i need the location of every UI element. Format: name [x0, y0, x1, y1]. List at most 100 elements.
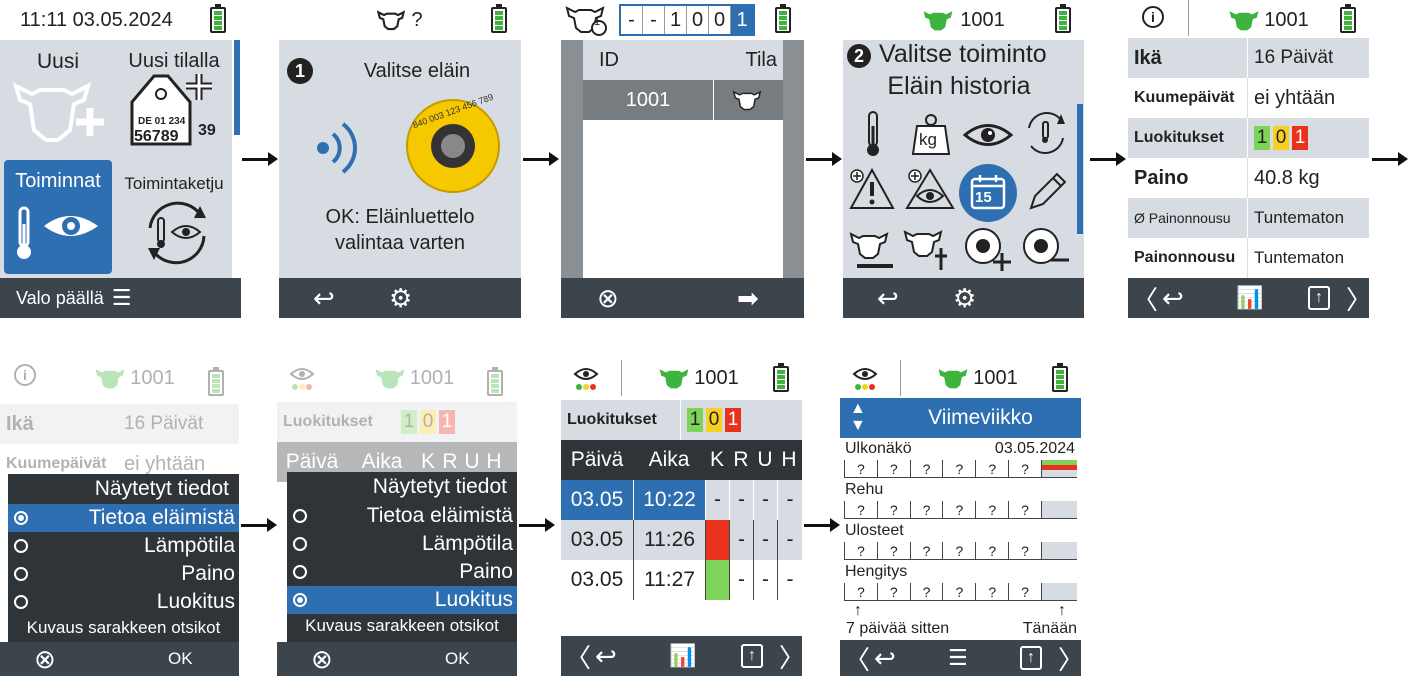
day-cell: ?	[975, 460, 1008, 477]
cell-time: 11:27	[633, 560, 705, 600]
export-icon[interactable]: ↑	[741, 644, 763, 668]
info-row-fever: Kuumepäivät ei yhtään	[1128, 78, 1369, 118]
gear-icon[interactable]: ⚙	[953, 283, 976, 314]
flow-arrow	[806, 152, 842, 166]
tag-text-2: 56789	[134, 128, 179, 145]
chevron-right-icon[interactable]: 〉	[1346, 280, 1369, 317]
gear-icon[interactable]: ⚙	[389, 283, 412, 314]
calendar-day: 15	[975, 189, 992, 206]
list-item[interactable]: 1001	[583, 80, 783, 120]
col-k: K	[709, 448, 724, 471]
option-temperature[interactable]: Lämpötila	[8, 532, 239, 560]
col-date: Päivä	[570, 448, 624, 471]
list-header: ID Tila	[583, 40, 783, 80]
light-status[interactable]: Valo päällä	[16, 288, 104, 309]
id-digit: 0	[709, 6, 731, 34]
ok-button[interactable]: OK	[168, 649, 193, 669]
remove-cow-icon[interactable]	[849, 230, 895, 270]
back-icon[interactable]: ↩	[1162, 283, 1184, 314]
cell-k	[705, 520, 729, 560]
option-animal-info[interactable]: Tietoa eläimistä	[8, 504, 239, 532]
chart-icon[interactable]: 📊	[669, 643, 696, 669]
animal-id: 1001	[130, 366, 175, 389]
divider	[621, 360, 622, 396]
status-bar: i 1001	[1128, 0, 1369, 40]
hint-text-1: OK: Eläinluettelo	[325, 206, 475, 228]
today-cell	[1040, 501, 1077, 518]
menu-tile-new[interactable]: Uusi	[4, 44, 112, 154]
list-count: 1	[594, 16, 601, 28]
scrollbar[interactable]	[1077, 104, 1083, 234]
screen-classification-history: 1001 Luokitukset 1 0 1 Päivä Aika K R U …	[561, 358, 802, 676]
ok-button[interactable]: OK	[445, 649, 470, 669]
export-icon[interactable]: ↑	[1308, 286, 1330, 310]
back-icon[interactable]: ↩	[595, 641, 617, 672]
day-cell: ?	[975, 583, 1008, 600]
hint-text-2: valintaa varten	[334, 232, 466, 254]
cancel-icon[interactable]: ⊗	[311, 644, 333, 675]
scale-icon[interactable]: kg	[911, 112, 951, 156]
chevron-right-icon[interactable]: 〉	[1058, 640, 1081, 676]
back-icon[interactable]: ↩	[874, 643, 896, 674]
menu-tile-action-chain[interactable]: Toimintaketju	[116, 160, 232, 274]
info-row-gain: Painonnousu Tuntematon	[1128, 238, 1369, 278]
option-classification[interactable]: Luokitus	[287, 586, 517, 614]
calendar-button[interactable]: 15	[959, 164, 1017, 222]
thermometer-icon[interactable]	[853, 110, 893, 160]
menu-tile-new-on-farm[interactable]: Uusi tilalla DE 01 234 56789 39	[118, 44, 230, 154]
label-gain: Painonnousu	[1128, 238, 1248, 278]
export-icon[interactable]: ↑	[1020, 646, 1042, 670]
cancel-icon[interactable]: ⊗	[597, 283, 619, 314]
period-selector[interactable]: ▲ ▼ Viimeviikko	[840, 398, 1081, 438]
screen-animal-info: i 1001 Ikä 16 Päivät Kuumepäivät ei yhtä…	[1128, 0, 1369, 318]
chart-icon[interactable]: 📊	[1236, 285, 1263, 311]
pencil-icon[interactable]	[1025, 170, 1069, 214]
info-row-age: Ikä 16 Päivät	[0, 404, 239, 444]
animal-id: 1001	[409, 366, 455, 389]
back-icon[interactable]: ↩	[313, 283, 335, 314]
eye-warning-icon[interactable]	[905, 168, 955, 210]
info-icon[interactable]: i	[1142, 6, 1164, 28]
up-arrow-icon: ↑	[854, 602, 862, 619]
dead-cow-icon[interactable]	[903, 228, 953, 272]
day-cell: ?	[844, 583, 877, 600]
animal-id: 1001	[1264, 8, 1309, 31]
chevron-left-icon[interactable]: 〈	[1132, 280, 1158, 317]
chevron-left-icon[interactable]: 〈	[565, 638, 591, 675]
col-u: U	[757, 448, 773, 471]
back-icon[interactable]: ↩	[877, 283, 899, 314]
list-icon[interactable]: ☰	[948, 645, 968, 671]
option-classification[interactable]: Luokitus	[8, 588, 239, 616]
id-digit: 1	[665, 6, 687, 34]
table-row[interactable]: 03.05 11:26 - - -	[561, 520, 802, 560]
forward-arrow-icon[interactable]: ➡	[737, 283, 759, 314]
option-weight[interactable]: Paino	[8, 560, 239, 588]
table-row[interactable]: 03.05 10:22 - - - -	[561, 480, 802, 520]
cycle-thermometer-icon[interactable]	[1023, 110, 1069, 156]
menu-tile-actions-label: Toiminnat	[15, 170, 101, 192]
menu-tile-actions[interactable]: Toiminnat	[4, 160, 112, 274]
remove-tag-icon[interactable]	[1021, 226, 1071, 272]
thermometer-eye-icon	[17, 206, 98, 259]
chevron-right-icon[interactable]: 〉	[779, 638, 802, 675]
eye-traffic-icon[interactable]	[573, 366, 599, 392]
column-titles-link[interactable]: Kuvaus sarakkeen otsikot	[287, 616, 517, 636]
today-cell	[1040, 542, 1077, 559]
add-tag-icon[interactable]	[963, 226, 1013, 272]
option-weight[interactable]: Paino	[287, 558, 517, 586]
column-titles-link[interactable]: Kuvaus sarakkeen otsikot	[8, 618, 239, 638]
eye-icon[interactable]	[963, 120, 1013, 150]
day-cell: ?	[942, 542, 975, 559]
day-cell: ?	[1008, 460, 1041, 477]
cancel-icon[interactable]: ⊗	[34, 644, 56, 675]
option-animal-info[interactable]: Tietoa eläimistä	[287, 502, 517, 530]
chevron-left-icon[interactable]: 〈	[844, 640, 870, 676]
option-temperature[interactable]: Lämpötila	[287, 530, 517, 558]
id-input[interactable]: - - 1 0 0 1	[619, 4, 755, 36]
table-row[interactable]: 03.05 11:27 - - -	[561, 560, 802, 600]
menu-icon[interactable]: ☰	[112, 285, 132, 311]
warning-icon[interactable]	[849, 168, 895, 210]
eye-traffic-icon[interactable]	[852, 366, 878, 392]
day-cell: ?	[942, 460, 975, 477]
scrollbar[interactable]	[234, 40, 240, 135]
